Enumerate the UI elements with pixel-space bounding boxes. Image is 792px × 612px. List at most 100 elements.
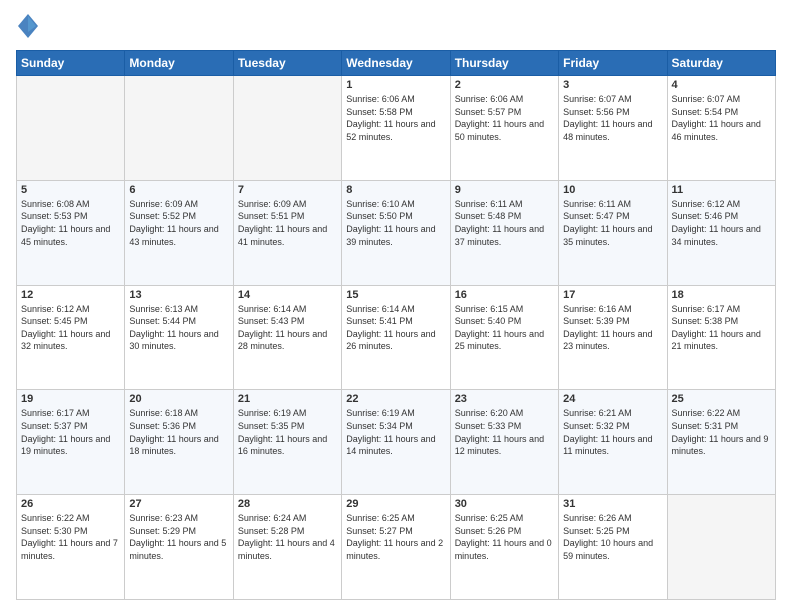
day-number: 20 xyxy=(129,393,228,405)
day-info: Sunrise: 6:17 AMSunset: 5:37 PMDaylight:… xyxy=(21,407,120,457)
week-row: 5 Sunrise: 6:08 AMSunset: 5:53 PMDaylight… xyxy=(17,180,776,285)
day-number: 25 xyxy=(672,393,771,405)
calendar-cell: 23 Sunrise: 6:20 AMSunset: 5:33 PMDayligh… xyxy=(450,390,558,495)
day-number: 24 xyxy=(563,393,662,405)
calendar-cell: 28 Sunrise: 6:24 AMSunset: 5:28 PMDayligh… xyxy=(233,495,341,600)
day-info: Sunrise: 6:19 AMSunset: 5:34 PMDaylight:… xyxy=(346,407,445,457)
calendar-cell xyxy=(17,76,125,181)
calendar-cell: 14 Sunrise: 6:14 AMSunset: 5:43 PMDayligh… xyxy=(233,285,341,390)
weekday-header: Tuesday xyxy=(233,51,341,76)
week-row: 26Sunrise: 6:22 AMSunset: 5:30 PMDayligh… xyxy=(17,495,776,600)
day-info: Sunrise: 6:20 AMSunset: 5:33 PMDaylight:… xyxy=(455,407,554,457)
day-number: 29 xyxy=(346,498,445,510)
calendar-cell: 25 Sunrise: 6:22 AMSunset: 5:31 PMDayligh… xyxy=(667,390,775,495)
week-row: 1Sunrise: 6:06 AMSunset: 5:58 PMDaylight… xyxy=(17,76,776,181)
logo xyxy=(16,12,44,40)
calendar-cell: 9 Sunrise: 6:11 AMSunset: 5:48 PMDaylight… xyxy=(450,180,558,285)
day-info: Sunrise: 6:12 AMSunset: 5:45 PMDaylight:… xyxy=(21,303,120,353)
calendar-cell: 10Sunrise: 6:11 AMSunset: 5:47 PMDayligh… xyxy=(559,180,667,285)
calendar-cell: 31 Sunrise: 6:26 AMSunset: 5:25 PMDayligh… xyxy=(559,495,667,600)
day-number: 22 xyxy=(346,393,445,405)
calendar-cell: 5 Sunrise: 6:08 AMSunset: 5:53 PMDaylight… xyxy=(17,180,125,285)
day-number: 11 xyxy=(672,184,771,196)
calendar-cell: 8 Sunrise: 6:10 AMSunset: 5:50 PMDaylight… xyxy=(342,180,450,285)
week-row: 12 Sunrise: 6:12 AMSunset: 5:45 PMDayligh… xyxy=(17,285,776,390)
day-number: 27 xyxy=(129,498,228,510)
day-number: 19 xyxy=(21,393,120,405)
day-info: Sunrise: 6:24 AMSunset: 5:28 PMDaylight:… xyxy=(238,512,337,562)
day-info: Sunrise: 6:10 AMSunset: 5:50 PMDaylight:… xyxy=(346,198,445,248)
calendar-cell: 18Sunrise: 6:17 AMSunset: 5:38 PMDayligh… xyxy=(667,285,775,390)
calendar-cell: 6 Sunrise: 6:09 AMSunset: 5:52 PMDaylight… xyxy=(125,180,233,285)
calendar-cell: 13 Sunrise: 6:13 AMSunset: 5:44 PMDayligh… xyxy=(125,285,233,390)
day-info: Sunrise: 6:07 AMSunset: 5:54 PMDaylight:… xyxy=(672,93,771,143)
day-number: 6 xyxy=(129,184,228,196)
day-info: Sunrise: 6:23 AMSunset: 5:29 PMDaylight:… xyxy=(129,512,228,562)
day-number: 5 xyxy=(21,184,120,196)
day-number: 7 xyxy=(238,184,337,196)
day-info: Sunrise: 6:11 AMSunset: 5:48 PMDaylight:… xyxy=(455,198,554,248)
weekday-header-row: SundayMondayTuesdayWednesdayThursdayFrid… xyxy=(17,51,776,76)
day-number: 14 xyxy=(238,289,337,301)
calendar-cell: 30 Sunrise: 6:25 AMSunset: 5:26 PMDayligh… xyxy=(450,495,558,600)
calendar-cell: 4 Sunrise: 6:07 AMSunset: 5:54 PMDaylight… xyxy=(667,76,775,181)
weekday-header: Friday xyxy=(559,51,667,76)
day-info: Sunrise: 6:25 AMSunset: 5:26 PMDaylight:… xyxy=(455,512,554,562)
day-number: 3 xyxy=(563,79,662,91)
logo-icon xyxy=(16,12,40,40)
calendar-cell: 3 Sunrise: 6:07 AMSunset: 5:56 PMDaylight… xyxy=(559,76,667,181)
day-number: 26 xyxy=(21,498,120,510)
day-info: Sunrise: 6:15 AMSunset: 5:40 PMDaylight:… xyxy=(455,303,554,353)
day-info: Sunrise: 6:16 AMSunset: 5:39 PMDaylight:… xyxy=(563,303,662,353)
calendar-cell: 12 Sunrise: 6:12 AMSunset: 5:45 PMDayligh… xyxy=(17,285,125,390)
day-info: Sunrise: 6:08 AMSunset: 5:53 PMDaylight:… xyxy=(21,198,120,248)
calendar-cell: 2Sunrise: 6:06 AMSunset: 5:57 PMDaylight… xyxy=(450,76,558,181)
calendar-cell: 29 Sunrise: 6:25 AMSunset: 5:27 PMDayligh… xyxy=(342,495,450,600)
day-info: Sunrise: 6:19 AMSunset: 5:35 PMDaylight:… xyxy=(238,407,337,457)
calendar-cell: 27 Sunrise: 6:23 AMSunset: 5:29 PMDayligh… xyxy=(125,495,233,600)
calendar-cell: 7Sunrise: 6:09 AMSunset: 5:51 PMDaylight… xyxy=(233,180,341,285)
day-info: Sunrise: 6:21 AMSunset: 5:32 PMDaylight:… xyxy=(563,407,662,457)
day-info: Sunrise: 6:11 AMSunset: 5:47 PMDaylight:… xyxy=(563,198,662,248)
day-number: 16 xyxy=(455,289,554,301)
day-number: 2 xyxy=(455,79,554,91)
day-info: Sunrise: 6:14 AMSunset: 5:41 PMDaylight:… xyxy=(346,303,445,353)
weekday-header: Saturday xyxy=(667,51,775,76)
calendar-cell: 11 Sunrise: 6:12 AMSunset: 5:46 PMDayligh… xyxy=(667,180,775,285)
day-info: Sunrise: 6:13 AMSunset: 5:44 PMDaylight:… xyxy=(129,303,228,353)
day-info: Sunrise: 6:12 AMSunset: 5:46 PMDaylight:… xyxy=(672,198,771,248)
day-number: 30 xyxy=(455,498,554,510)
week-row: 19 Sunrise: 6:17 AMSunset: 5:37 PMDayligh… xyxy=(17,390,776,495)
day-number: 15 xyxy=(346,289,445,301)
header xyxy=(16,12,776,40)
day-number: 31 xyxy=(563,498,662,510)
calendar-cell: 20 Sunrise: 6:18 AMSunset: 5:36 PMDayligh… xyxy=(125,390,233,495)
day-info: Sunrise: 6:26 AMSunset: 5:25 PMDaylight:… xyxy=(563,512,662,562)
day-number: 8 xyxy=(346,184,445,196)
calendar-cell xyxy=(233,76,341,181)
weekday-header: Sunday xyxy=(17,51,125,76)
day-number: 21 xyxy=(238,393,337,405)
calendar-cell: 1Sunrise: 6:06 AMSunset: 5:58 PMDaylight… xyxy=(342,76,450,181)
calendar-cell: 22 Sunrise: 6:19 AMSunset: 5:34 PMDayligh… xyxy=(342,390,450,495)
day-info: Sunrise: 6:22 AMSunset: 5:31 PMDaylight:… xyxy=(672,407,771,457)
day-number: 9 xyxy=(455,184,554,196)
day-number: 4 xyxy=(672,79,771,91)
day-number: 28 xyxy=(238,498,337,510)
day-info: Sunrise: 6:14 AMSunset: 5:43 PMDaylight:… xyxy=(238,303,337,353)
calendar-cell: 24 Sunrise: 6:21 AMSunset: 5:32 PMDayligh… xyxy=(559,390,667,495)
day-number: 23 xyxy=(455,393,554,405)
day-info: Sunrise: 6:07 AMSunset: 5:56 PMDaylight:… xyxy=(563,93,662,143)
weekday-header: Wednesday xyxy=(342,51,450,76)
day-number: 17 xyxy=(563,289,662,301)
day-info: Sunrise: 6:18 AMSunset: 5:36 PMDaylight:… xyxy=(129,407,228,457)
calendar-cell: 17 Sunrise: 6:16 AMSunset: 5:39 PMDayligh… xyxy=(559,285,667,390)
calendar-cell: 19 Sunrise: 6:17 AMSunset: 5:37 PMDayligh… xyxy=(17,390,125,495)
day-number: 13 xyxy=(129,289,228,301)
day-number: 18 xyxy=(672,289,771,301)
day-info: Sunrise: 6:09 AMSunset: 5:52 PMDaylight:… xyxy=(129,198,228,248)
calendar-cell: 15 Sunrise: 6:14 AMSunset: 5:41 PMDayligh… xyxy=(342,285,450,390)
day-info: Sunrise: 6:25 AMSunset: 5:27 PMDaylight:… xyxy=(346,512,445,562)
day-info: Sunrise: 6:06 AMSunset: 5:58 PMDaylight:… xyxy=(346,93,445,143)
day-number: 12 xyxy=(21,289,120,301)
